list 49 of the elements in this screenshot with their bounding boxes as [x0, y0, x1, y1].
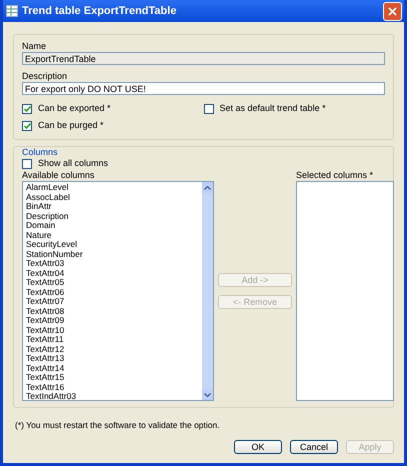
checkbox-label: Can be exported *	[38, 103, 111, 114]
table-icon	[6, 5, 18, 17]
checkbox[interactable]	[204, 104, 214, 114]
checkmark-icon	[24, 122, 30, 128]
field-label: Description	[22, 71, 68, 82]
checkbox-label: Set as default trend table *	[220, 103, 326, 114]
list-item[interactable]: TextAttr04	[26, 268, 202, 278]
checkbox[interactable]	[22, 120, 32, 130]
checkbox-label: Show all columns	[38, 158, 108, 169]
list-item[interactable]: TextAttr09	[26, 316, 202, 326]
list-item[interactable]: AssocLabel	[26, 192, 202, 202]
list-item[interactable]: TextAttr10	[26, 326, 202, 335]
list-label: Available columns	[22, 170, 96, 181]
list-item[interactable]: TextAttr12	[26, 344, 202, 354]
list-item[interactable]: TextAttr16	[26, 382, 202, 392]
list-item[interactable]: TextAttr03	[26, 259, 202, 268]
list-item[interactable]: TextAttr14	[26, 364, 202, 373]
scroll-up-icon[interactable]	[204, 186, 211, 190]
list-item[interactable]: TextAttr13	[26, 354, 202, 364]
checkbox[interactable]	[22, 158, 32, 168]
list-item[interactable]: TextAttr07	[26, 297, 202, 306]
footnote: (*) You must restart the software to validate the option.	[15, 420, 221, 430]
checkmark-icon	[24, 106, 30, 112]
description-field[interactable]: For export only DO NOT USE!	[22, 82, 385, 95]
list-item[interactable]: TextAttr15	[26, 373, 202, 382]
list-label: Selected columns *	[296, 170, 374, 181]
scrollbar[interactable]	[202, 182, 213, 400]
list-item[interactable]: SecurityLevel	[26, 240, 202, 250]
scroll-down-icon[interactable]	[204, 392, 211, 396]
list-item[interactable]: TextAttr11	[26, 335, 202, 344]
group-title: Columns	[22, 147, 59, 158]
list-item[interactable]: Domain	[26, 221, 202, 230]
dialog-button[interactable]: OK	[234, 440, 282, 454]
list-item[interactable]: AlarmLevel	[26, 183, 202, 192]
window-title: Trend table ExportTrendTable	[22, 5, 178, 17]
close-button[interactable]	[383, 2, 402, 20]
checkbox-label: Can be purged *	[38, 120, 104, 131]
list-item[interactable]: Nature	[26, 230, 202, 240]
list-item[interactable]: TextAttr05	[26, 278, 202, 288]
list-item[interactable]: BinAttr	[26, 202, 202, 212]
field-label: Name	[22, 41, 48, 52]
list-item[interactable]: StationNumber	[26, 250, 202, 259]
list-item[interactable]: Description	[26, 212, 202, 221]
dialog-button[interactable]: Cancel	[290, 440, 338, 454]
list-item[interactable]: TextAttr08	[26, 306, 202, 316]
close-icon	[388, 6, 397, 16]
list-item[interactable]: TextAttr06	[26, 288, 202, 297]
list-item[interactable]: TextIndAttr03	[26, 392, 202, 400]
checkbox[interactable]	[22, 104, 32, 114]
